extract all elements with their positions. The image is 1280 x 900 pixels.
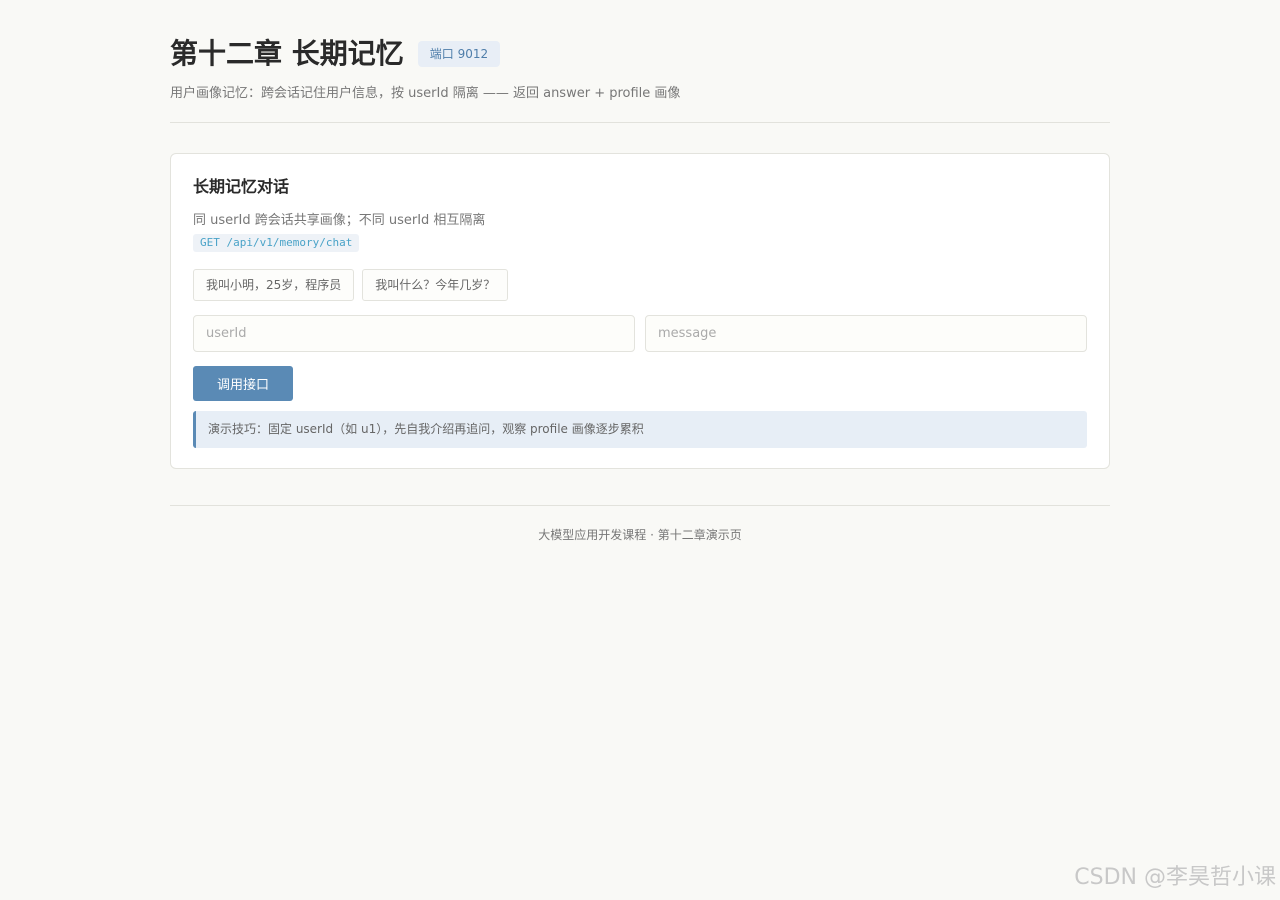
demo-tip: 演示技巧：固定 userId（如 u1），先自我介绍再追问，观察 profile… xyxy=(193,411,1087,448)
page-title: 第十二章 长期记忆 xyxy=(170,37,404,70)
input-row xyxy=(193,315,1087,352)
preset-button-introduce[interactable]: 我叫小明，25岁，程序员 xyxy=(193,269,355,301)
title-row: 第十二章 长期记忆 端口 9012 xyxy=(170,36,1110,72)
page-footer: 大模型应用开发课程 · 第十二章演示页 xyxy=(538,528,742,542)
call-api-button[interactable]: 调用接口 xyxy=(193,366,294,401)
port-badge: 端口 9012 xyxy=(417,41,501,67)
page-container: 第十二章 长期记忆 端口 9012 用户画像记忆：跨会话记住用户信息，按 use… xyxy=(170,0,1110,544)
user-id-input[interactable] xyxy=(193,315,635,352)
card-title: 长期记忆对话 xyxy=(193,177,290,196)
watermark: CSDN @李昊哲小课 xyxy=(1074,865,1276,890)
preset-buttons: 我叫小明，25岁，程序员 我叫什么？今年几岁？ xyxy=(193,269,1087,301)
endpoint-label: GET /api/v1/memory/chat xyxy=(193,234,360,252)
page-subtitle: 用户画像记忆：跨会话记住用户信息，按 userId 隔离 —— 返回 answe… xyxy=(170,86,681,101)
footer-divider xyxy=(170,505,1110,506)
message-input[interactable] xyxy=(645,315,1087,352)
card-description: 同 userId 跨会话共享画像；不同 userId 相互隔离 xyxy=(193,213,486,228)
memory-chat-card: 长期记忆对话 同 userId 跨会话共享画像；不同 userId 相互隔离 G… xyxy=(170,153,1110,469)
preset-button-ask[interactable]: 我叫什么？今年几岁？ xyxy=(362,269,509,301)
page-header: 第十二章 长期记忆 端口 9012 用户画像记忆：跨会话记住用户信息，按 use… xyxy=(170,0,1110,104)
header-divider xyxy=(170,122,1110,123)
